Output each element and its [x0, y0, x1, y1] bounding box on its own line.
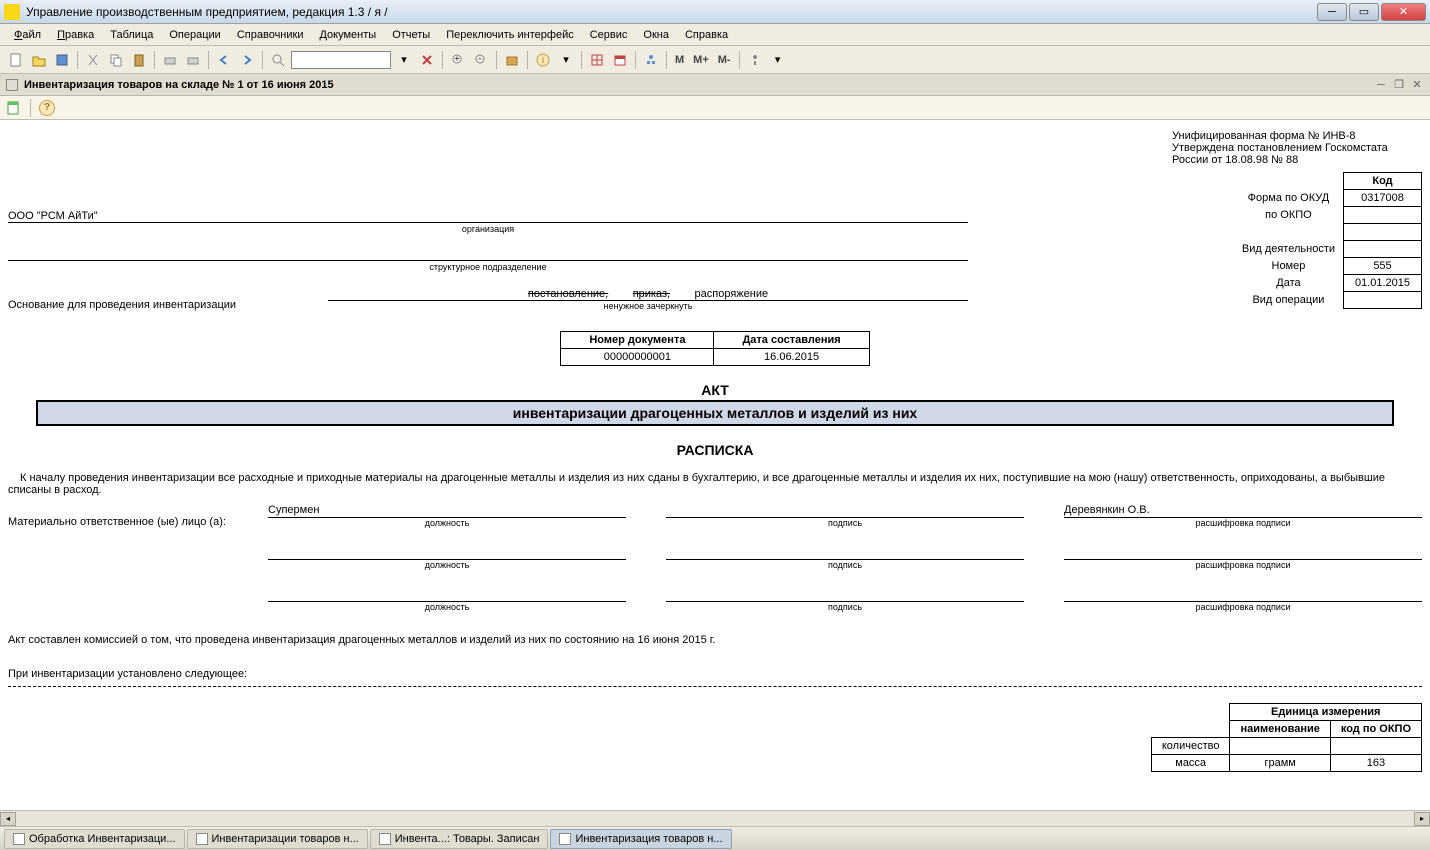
doc-close-button[interactable]: ✕	[1410, 78, 1424, 92]
svg-text:i: i	[542, 55, 544, 65]
subdivision-caption: структурное подразделение	[8, 262, 968, 272]
minimize-button[interactable]: ─	[1317, 3, 1347, 21]
zoom-in-icon[interactable]: +	[448, 50, 468, 70]
search-dropdown-icon[interactable]: ▾	[394, 50, 414, 70]
new-doc-icon[interactable]	[6, 50, 26, 70]
basis-label: Основание для проведения инвентаризации	[8, 299, 328, 311]
paste-icon[interactable]	[129, 50, 149, 70]
grid-icon[interactable]	[587, 50, 607, 70]
task-button-1[interactable]: Обработка Инвентаризаци...	[4, 829, 185, 849]
basis-options: постановление, приказ, распоряжение	[328, 288, 968, 301]
horizontal-scrollbar[interactable]: ◂ ▸	[0, 810, 1430, 826]
body-paragraph: К началу проведения инвентаризации все р…	[8, 472, 1422, 496]
position-field-1: Супермен	[268, 504, 626, 518]
menu-windows[interactable]: Окна	[637, 27, 675, 43]
doc-minimize-button[interactable]: ─	[1374, 78, 1388, 92]
search-input[interactable]	[291, 51, 391, 69]
org-caption: организация	[8, 224, 968, 234]
main-toolbar: ▾ + - i ▾ М М+ М- ▾	[0, 46, 1430, 74]
decode-field-1: Деревянкин О.В.	[1064, 504, 1422, 518]
task-icon	[379, 833, 391, 845]
menu-help[interactable]: Справка	[679, 27, 734, 43]
document-toolbar: ?	[0, 96, 1430, 120]
svg-text:+: +	[455, 54, 460, 63]
info-dropdown-icon[interactable]: ▾	[556, 50, 576, 70]
document-content: ООО "РСМ АйТи" организация структурное п…	[0, 120, 1430, 810]
package-icon[interactable]	[502, 50, 522, 70]
info-icon[interactable]: i	[533, 50, 553, 70]
save-icon[interactable]	[52, 50, 72, 70]
scroll-right-button[interactable]: ▸	[1414, 812, 1430, 826]
code-table: Код Форма по ОКУД0317008 по ОКПО Вид дея…	[1234, 172, 1422, 309]
task-button-3[interactable]: Инвента...: Товары. Записан	[370, 829, 549, 849]
memory-mplus-button[interactable]: М+	[690, 54, 712, 66]
form-header-line1: Унифицированная форма № ИНВ-8	[1172, 130, 1422, 142]
open-icon[interactable]	[29, 50, 49, 70]
maximize-button[interactable]: ▭	[1349, 3, 1379, 21]
window-title: Управление производственным предприятием…	[26, 5, 1317, 19]
act-composed-text: Акт составлен комиссией о том, что прове…	[8, 634, 1422, 646]
raspiska-heading: РАСПИСКА	[8, 442, 1422, 458]
menu-service[interactable]: Сервис	[584, 27, 634, 43]
doc-restore-button[interactable]: ❐	[1392, 78, 1406, 92]
document-tab-title: Инвентаризация товаров на складе № 1 от …	[24, 79, 1374, 91]
signature-row-1: Материально ответственное (ые) лицо (а):…	[8, 504, 1422, 528]
form-header-line3: России от 18.08.98 № 88	[1172, 154, 1422, 166]
document-tab-icon	[6, 79, 18, 91]
zoom-out-icon[interactable]: -	[471, 50, 491, 70]
basis-caption: ненужное зачеркнуть	[328, 301, 968, 311]
document-tab: Инвентаризация товаров на складе № 1 от …	[0, 74, 1430, 96]
window-titlebar: Управление производственным предприятием…	[0, 0, 1430, 24]
clear-icon[interactable]	[417, 50, 437, 70]
print-document-icon[interactable]	[6, 100, 22, 116]
task-icon	[196, 833, 208, 845]
org-icon[interactable]	[641, 50, 661, 70]
menu-operations[interactable]: Операции	[163, 27, 226, 43]
menu-file[interactable]: Файл	[8, 27, 47, 43]
form-header-line2: Утверждена постановлением Госкомстата	[1172, 142, 1422, 154]
task-icon	[13, 833, 25, 845]
calendar-icon[interactable]	[610, 50, 630, 70]
help-icon[interactable]: ?	[39, 100, 55, 116]
menu-documents[interactable]: Документы	[313, 27, 382, 43]
task-icon	[559, 833, 571, 845]
print-dropdown-icon[interactable]	[160, 50, 180, 70]
sign-field-1	[666, 504, 1024, 518]
window-controls: ─ ▭ ✕	[1317, 3, 1426, 21]
memory-m-button[interactable]: М	[672, 54, 687, 66]
menu-edit[interactable]: Правка	[51, 27, 100, 43]
signature-row-2: должность подпись расшифровка подписи	[8, 546, 1422, 570]
inventory-established-text: При инвентаризации установлено следующее…	[8, 668, 1422, 680]
menubar: Файл Правка Таблица Операции Справочники…	[0, 24, 1430, 46]
print-icon[interactable]	[183, 50, 203, 70]
signature-row-3: должность подпись расшифровка подписи	[8, 588, 1422, 612]
menu-table[interactable]: Таблица	[104, 27, 159, 43]
search-icon[interactable]	[268, 50, 288, 70]
app-icon	[4, 4, 20, 20]
dashed-separator	[8, 686, 1422, 687]
undo-icon[interactable]	[214, 50, 234, 70]
task-button-4[interactable]: Инвентаризация товаров н...	[550, 829, 731, 849]
svg-text:-: -	[479, 54, 482, 63]
tools-dropdown-icon[interactable]: ▾	[768, 50, 788, 70]
document-number-table: Номер документаДата составления 00000000…	[560, 331, 869, 366]
scroll-track[interactable]	[16, 812, 1414, 826]
menu-switch-interface[interactable]: Переключить интерфейс	[440, 27, 580, 43]
memory-mminus-button[interactable]: М-	[715, 54, 734, 66]
act-title: АКТ	[8, 382, 1422, 398]
window-taskbar: Обработка Инвентаризаци... Инвентаризаци…	[0, 826, 1430, 850]
redo-icon[interactable]	[237, 50, 257, 70]
unit-table: Единица измерения наименованиекод по ОКП…	[1151, 703, 1422, 772]
tools-icon[interactable]	[745, 50, 765, 70]
task-button-2[interactable]: Инвентаризации товаров н...	[187, 829, 368, 849]
act-subtitle-box: инвентаризации драгоценных металлов и из…	[36, 400, 1394, 426]
cut-icon[interactable]	[83, 50, 103, 70]
menu-directories[interactable]: Справочники	[231, 27, 310, 43]
scroll-left-button[interactable]: ◂	[0, 812, 16, 826]
subdivision-field	[8, 248, 968, 261]
close-button[interactable]: ✕	[1381, 3, 1426, 21]
org-name-field: ООО "РСМ АйТи"	[8, 210, 968, 223]
copy-icon[interactable]	[106, 50, 126, 70]
menu-reports[interactable]: Отчеты	[386, 27, 436, 43]
